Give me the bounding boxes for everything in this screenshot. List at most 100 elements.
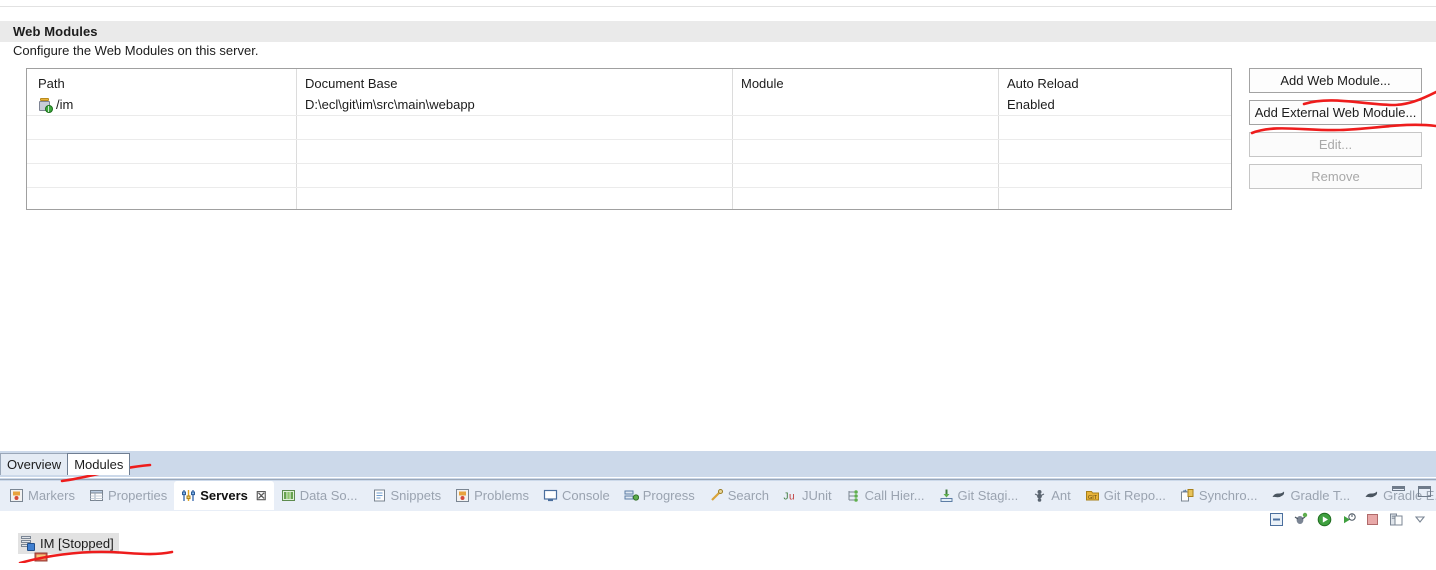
view-tab-git-repositories[interactable]: GIT Git Repo... <box>1078 481 1173 510</box>
ant-icon <box>1032 488 1047 503</box>
tab-modules-label: Modules <box>74 457 124 472</box>
view-tab-ant-label: Ant <box>1051 488 1071 503</box>
remove-button[interactable]: Remove <box>1249 164 1422 189</box>
editor-tab-strip: Overview Modules <box>0 453 131 477</box>
git-staging-icon <box>939 488 954 503</box>
add-web-module-button[interactable]: Add Web Module... <box>1249 68 1422 93</box>
view-tab-servers[interactable]: Servers ☒ <box>174 481 274 510</box>
properties-icon <box>89 488 104 503</box>
synchronize-icon <box>1180 488 1195 503</box>
view-tab-properties[interactable]: Properties <box>82 481 174 510</box>
view-tab-git-staging-label: Git Stagi... <box>957 488 1019 503</box>
server-name-label: IM [Stopped] <box>40 536 114 551</box>
view-tab-gradle-tasks-label: Gradle T... <box>1290 488 1351 503</box>
column-header-path[interactable]: Path <box>38 77 65 90</box>
gradle-tasks-icon <box>1271 488 1286 503</box>
view-tab-synchronize[interactable]: Synchro... <box>1173 481 1265 510</box>
view-tab-snippets-label: Snippets <box>390 488 442 503</box>
search-icon <box>709 488 724 503</box>
problems-icon <box>455 488 470 503</box>
row-divider <box>27 139 1231 140</box>
servers-view-toolbar <box>1269 512 1428 527</box>
web-modules-table[interactable]: Path Document Base Module Auto Reload /i… <box>26 68 1232 210</box>
module-actions-panel: Add Web Module... Add External Web Modul… <box>1249 68 1422 196</box>
list-item[interactable] <box>34 552 58 567</box>
section-header: Web Modules <box>0 21 1436 42</box>
tab-overview[interactable]: Overview <box>0 453 69 475</box>
data-source-icon <box>281 488 296 503</box>
progress-icon <box>624 488 639 503</box>
server-icon <box>20 536 35 551</box>
view-tab-console[interactable]: Console <box>536 481 617 510</box>
tab-modules[interactable]: Modules <box>67 453 131 475</box>
junit-icon: Ju <box>783 488 798 503</box>
collapse-all-icon[interactable] <box>1269 512 1284 527</box>
row-divider <box>27 163 1231 164</box>
view-window-controls <box>1392 486 1431 497</box>
servers-icon <box>181 488 196 503</box>
view-tab-git-staging[interactable]: Git Stagi... <box>932 481 1026 510</box>
add-external-web-module-button[interactable]: Add External Web Module... <box>1249 100 1422 125</box>
edit-button[interactable]: Edit... <box>1249 132 1422 157</box>
column-header-module[interactable]: Module <box>741 77 784 90</box>
call-hierarchy-icon <box>846 488 861 503</box>
tab-overview-label: Overview <box>7 457 62 472</box>
server-editor-area: Web Modules Configure the Web Modules on… <box>0 0 1436 450</box>
servers-view: IM [Stopped] <box>0 511 1436 563</box>
view-tab-call-hierarchy-label: Call Hier... <box>864 488 925 503</box>
view-tab-search[interactable]: Search <box>702 481 776 510</box>
view-tab-junit[interactable]: Ju JUnit <box>776 481 839 510</box>
profile-icon[interactable] <box>1341 512 1356 527</box>
editor-tab-bottom-border <box>0 479 1436 480</box>
view-tab-markers[interactable]: Markers <box>2 481 82 510</box>
git-repositories-icon: GIT <box>1085 488 1100 503</box>
list-item[interactable]: IM [Stopped] <box>18 533 119 554</box>
view-tab-problems[interactable]: Problems <box>448 481 536 510</box>
module-icon <box>34 552 49 567</box>
minimize-icon[interactable] <box>1392 486 1405 497</box>
view-tab-bar: Markers Properties Servers ☒ Data So... … <box>0 481 1436 511</box>
view-tab-progress-label: Progress <box>642 488 695 503</box>
view-tab-console-label: Console <box>562 488 610 503</box>
view-tab-junit-label: JUnit <box>801 488 832 503</box>
markers-icon <box>9 488 24 503</box>
page-title: Web Modules <box>13 24 98 39</box>
cell-path: /im <box>56 97 74 112</box>
gradle-executions-icon <box>1364 488 1379 503</box>
top-divider <box>0 6 1436 7</box>
debug-icon[interactable] <box>1293 512 1308 527</box>
view-menu-chevron-icon[interactable] <box>1413 512 1428 527</box>
module-name-label <box>54 552 58 567</box>
view-tab-problems-label: Problems <box>474 488 530 503</box>
view-tab-servers-label: Servers <box>200 488 248 503</box>
publish-icon[interactable] <box>1389 512 1404 527</box>
row-divider <box>27 115 1231 116</box>
cell-document-base[interactable]: D:\ecl\git\im\src\main\webapp <box>305 98 475 111</box>
column-header-auto-reload[interactable]: Auto Reload <box>1007 77 1079 90</box>
view-tab-data-source[interactable]: Data So... <box>274 481 365 510</box>
view-tab-search-label: Search <box>727 488 769 503</box>
table-row[interactable]: /im <box>38 97 74 113</box>
stop-icon[interactable] <box>1365 512 1380 527</box>
view-tab-data-source-label: Data So... <box>299 488 358 503</box>
view-tab-progress[interactable]: Progress <box>617 481 702 510</box>
view-tab-strip: Markers Properties Servers ☒ Data So... … <box>2 481 1436 510</box>
view-tab-call-hierarchy[interactable]: Call Hier... <box>839 481 932 510</box>
start-icon[interactable] <box>1317 512 1332 527</box>
row-divider <box>27 187 1231 188</box>
console-icon <box>543 488 558 503</box>
snippets-icon <box>372 488 387 503</box>
view-tab-git-repositories-label: Git Repo... <box>1103 488 1166 503</box>
view-tab-gradle-tasks[interactable]: Gradle T... <box>1264 481 1357 510</box>
view-tab-markers-label: Markers <box>28 488 75 503</box>
close-icon[interactable]: ☒ <box>256 489 267 503</box>
view-tab-snippets[interactable]: Snippets <box>365 481 449 510</box>
view-tab-properties-label: Properties <box>107 488 168 503</box>
view-tab-synchronize-label: Synchro... <box>1198 488 1258 503</box>
cell-auto-reload[interactable]: Enabled <box>1007 98 1055 111</box>
maximize-icon[interactable] <box>1418 486 1431 497</box>
column-header-document-base[interactable]: Document Base <box>305 77 398 90</box>
svg-text:J: J <box>783 492 788 503</box>
view-tab-ant[interactable]: Ant <box>1025 481 1078 510</box>
editor-tab-underline <box>0 477 1436 478</box>
